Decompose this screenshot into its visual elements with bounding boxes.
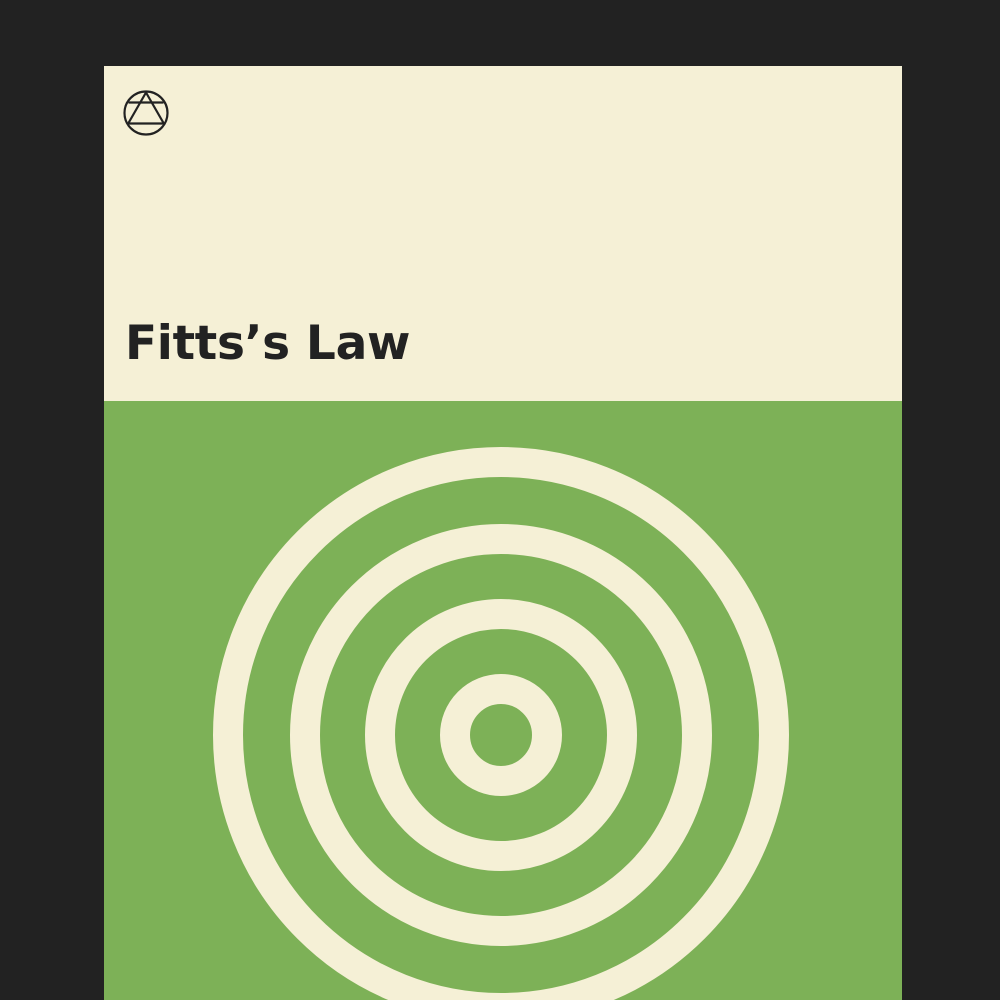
book-cover-card: Fitts’s Law <box>104 66 902 1000</box>
concentric-target-rings-icon <box>213 447 789 1000</box>
cover-header: Fitts’s Law <box>104 66 902 401</box>
page-title: Fitts’s Law <box>125 316 411 371</box>
cover-illustration <box>104 401 902 1000</box>
circle-triangle-emblem-icon <box>123 90 169 136</box>
